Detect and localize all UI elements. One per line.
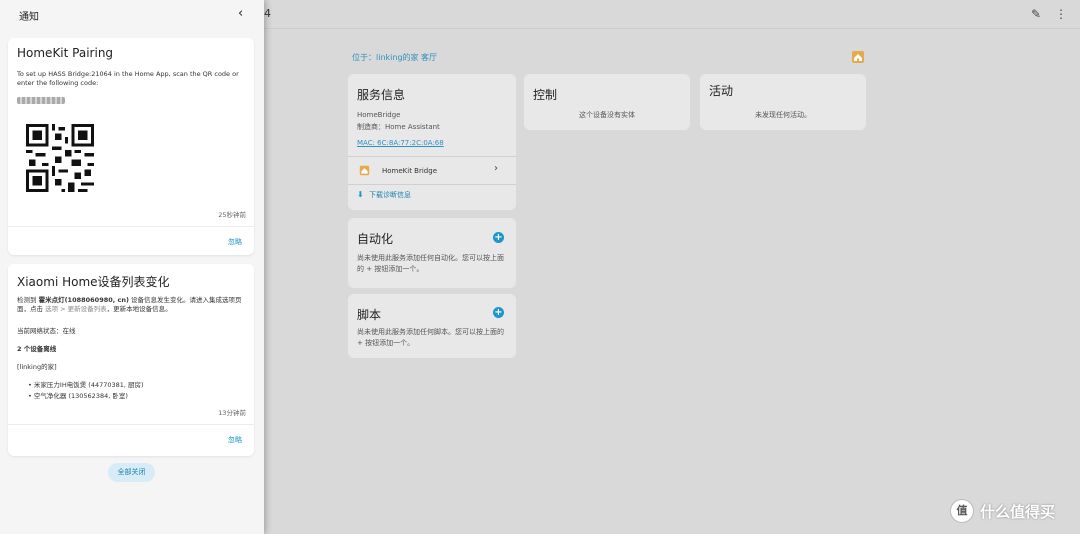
notification-card: Xiaomi Home设备列表变化 检测到 霍米点灯(1088060980, c… [8,264,254,456]
chevron-right-icon: › [494,163,498,174]
more-vertical-icon[interactable]: ⋮ [1054,7,1068,21]
chevron-left-icon[interactable]: ‹ [238,6,243,21]
automation-card: 自动化 + 尚未使用此服务添加任何自动化。您可以按上面的 + 按钮添加一个。 [348,218,516,288]
divider [348,184,516,185]
text-part-bold: 霍米点灯(1088060980, cn) [38,296,129,304]
notification-title: HomeKit Pairing [17,46,114,60]
empty-text: 这个设备没有实体 [579,111,635,119]
empty-text: 未发现任何活动。 [755,111,811,119]
dismiss-button[interactable]: 忽略 [228,237,242,247]
timestamp: 13分钟前 [218,409,246,417]
divider [8,226,254,227]
service-info-card: 服务信息 HomeBridge 制造商：Home Assistant MAC: … [348,74,516,210]
control-card: 控制 这个设备没有实体 [524,74,690,130]
timestamp: 25秒钟前 [218,211,246,219]
qr-code-image [26,124,94,192]
card-title: 服务信息 [357,88,406,102]
text-part-code: 选项 > 更新设备列表 [45,305,107,313]
pairing-code [17,97,65,104]
homekit-bridge-entry[interactable]: HomeKit Bridge › [348,160,516,182]
drawer-header: 通知 ‹ [0,0,264,29]
list-item: • 米家压力IH电饭煲 (44770381, 厨房) [28,381,144,389]
drawer-title: 通知 [19,12,39,23]
card-title: 控制 [533,88,558,102]
card-text: 尚未使用此服务添加任何自动化。您可以按上面的 + 按钮添加一个。 [357,254,504,273]
text-part: 检测到 [17,296,39,304]
home-name: [linking的家] [17,363,57,371]
breadcrumb[interactable]: 位于：linking的家 客厅 [352,52,437,63]
script-card: 脚本 + 尚未使用此服务添加任何脚本。您可以按上面的 + 按钮添加一个。 [348,294,516,358]
page-title: 4 [264,7,271,20]
activity-card: 活动 未发现任何活动。 [700,74,866,130]
watermark-text: 什么值得买 [980,502,1056,521]
dismiss-all-button[interactable]: 全部关闭 [108,463,155,482]
device-name: 空气净化器 (130562384, 卧室) [33,392,128,400]
notification-drawer: 通知 ‹ HomeKit Pairing To set up HASS Brid… [0,0,264,534]
network-status: 当前网络状态：在线 [17,327,76,335]
card-title: 脚本 [357,308,382,322]
device-manufacturer: 制造商：Home Assistant [357,123,440,131]
list-item: • 空气净化器 (130562384, 卧室) [28,392,128,400]
watermark-logo: 值 什么值得买 [950,498,1055,524]
card-text: 尚未使用此服务添加任何脚本。您可以按上面的 + 按钮添加一个。 [357,328,504,347]
home-icon [359,165,370,176]
entry-label: HomeKit Bridge [382,167,437,175]
pencil-icon[interactable]: ✎ [1029,7,1043,21]
mac-link[interactable]: MAC: 6C:8A:77:2C:0A:68 [357,138,444,149]
notification-title: Xiaomi Home设备列表变化 [17,275,170,289]
divider [348,156,516,157]
divider [8,424,254,425]
watermark-badge: 值 [950,499,974,523]
device-name: 米家压力IH电饭煲 (44770381, 厨房) [33,381,144,389]
dismiss-button[interactable]: 忽略 [228,435,242,445]
home-icon [852,51,864,63]
download-label: 下载诊断信息 [369,191,411,199]
card-title: 活动 [709,84,734,98]
offline-count: 2 个设备离线 [17,345,57,353]
notification-text: 检测到 霍米点灯(1088060980, cn) 设备信息发生变化。请进入集成选… [17,296,245,314]
text-part: ，更新本地设备信息。 [106,305,172,313]
notification-text: To set up HASS Bridge:21064 in the Home … [17,70,239,87]
add-automation-button[interactable]: + [493,232,504,243]
add-script-button[interactable]: + [493,307,504,318]
download-icon: ⬇ [357,190,364,199]
card-title: 自动化 [357,232,394,246]
device-model: HomeBridge [357,111,401,119]
